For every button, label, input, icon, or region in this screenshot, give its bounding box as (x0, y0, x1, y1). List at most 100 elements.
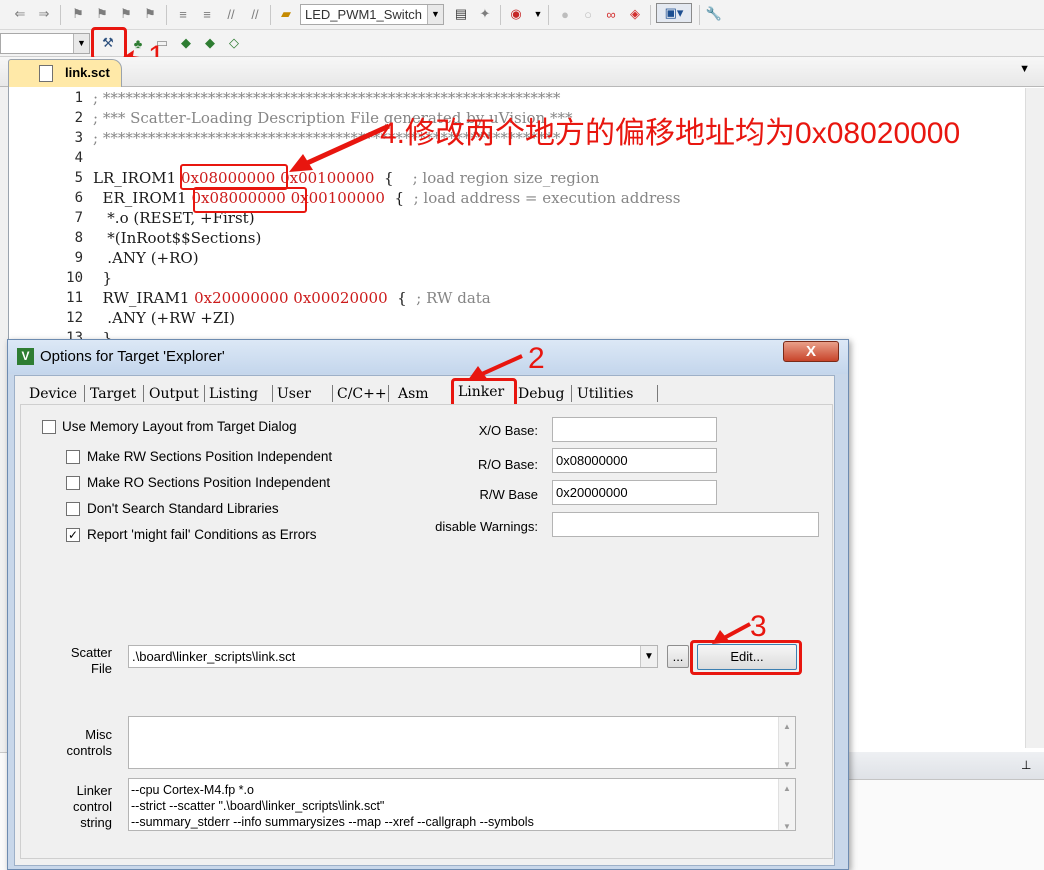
misc-controls-input[interactable]: ▲ ▼ (128, 716, 796, 769)
code-line: ; **************************************… (93, 89, 561, 107)
line-number: 6 (74, 190, 83, 206)
tab-c-cpp[interactable]: C/C++ (334, 383, 390, 405)
tab-listing[interactable]: Listing (206, 383, 261, 405)
magic-wand-icon[interactable]: ✦ (475, 4, 495, 24)
select-packs-icon[interactable]: ◆ (176, 33, 196, 53)
tab-output[interactable]: Output (146, 383, 202, 405)
pin-icon[interactable]: ⊥ (1021, 758, 1031, 772)
linker-control-string[interactable]: --cpu Cortex-M4.fp *.o --strict --scatte… (128, 778, 796, 831)
manage-rte-icon[interactable]: ◆ (200, 33, 220, 53)
code-line: .ANY (+RO) (93, 249, 199, 267)
folder-icon[interactable]: ▰ (276, 4, 296, 24)
pack-installer-icon[interactable]: ◇ (224, 33, 244, 53)
window-layout-icon[interactable]: ▣▾ (656, 3, 692, 23)
annotation-text-4: 4.修改两个地方的偏移地址均为0x08020000 (380, 117, 961, 150)
line-number: 10 (66, 270, 83, 286)
bookmark-prev-icon[interactable]: ⚑ (92, 4, 112, 24)
line-number: 7 (74, 210, 83, 226)
xo-base-input[interactable] (552, 417, 717, 442)
ro-position-independent-label: Make RO Sections Position Independent (87, 475, 331, 490)
misc-controls-label-2: controls (66, 743, 112, 758)
uncomment-icon[interactable]: // (245, 4, 265, 24)
toolbar-separator (166, 5, 167, 25)
target-combo[interactable]: LED_PWM1_Switch ▼ (300, 4, 444, 25)
line-number: 9 (74, 250, 83, 266)
line-number: 12 (66, 310, 83, 326)
bookmark-clear-icon[interactable]: ⚑ (140, 4, 160, 24)
tab-separator (143, 385, 144, 402)
tab-asm[interactable]: Asm (395, 383, 432, 405)
misc-controls-label: Misc (85, 727, 112, 742)
linker-control-label: Linker (76, 783, 112, 798)
disable-warnings-input[interactable] (552, 512, 819, 537)
linker-string-scrollbar[interactable]: ▲ ▼ (778, 779, 795, 830)
wrench-icon[interactable]: 🔧 (704, 4, 724, 24)
line-number: 11 (66, 290, 83, 306)
tab-link-sct[interactable]: link.sct (8, 59, 122, 87)
annotation-box-4b (193, 187, 307, 213)
linker-control-label-3: string (80, 815, 112, 830)
tab-user[interactable]: User (274, 383, 314, 405)
tab-debug[interactable]: Debug (515, 383, 567, 405)
ro-base-label: R/O Base: (478, 457, 538, 472)
annotation-number-2: 2 (528, 342, 545, 375)
breakpoint-icon[interactable]: ● (555, 4, 575, 24)
annotation-arrow-2 (468, 354, 523, 380)
scatter-file-label-2: File (91, 661, 112, 676)
chevron-down-icon[interactable]: ▼ (640, 646, 657, 667)
unindent-icon[interactable]: ≡ (197, 4, 217, 24)
scatter-file-value: .\board\linker_scripts\link.sct (132, 649, 296, 664)
tab-separator (571, 385, 572, 402)
linker-string-line: --summary_stderr --info summarysizes --m… (131, 815, 534, 829)
output-panel-header: ⊥ (845, 752, 1044, 780)
close-button[interactable]: X (783, 341, 839, 362)
linker-string-line: --cpu Cortex-M4.fp *.o (131, 783, 254, 797)
use-memory-layout-label: Use Memory Layout from Target Dialog (62, 419, 297, 434)
dont-search-std-libs-label: Don't Search Standard Libraries (87, 501, 279, 516)
annotation-arrow-4 (289, 123, 391, 172)
chevron-down-icon[interactable]: ▼ (73, 34, 89, 53)
tab-target[interactable]: Target (87, 383, 139, 405)
breakpoint-disable-icon[interactable]: ○ (578, 4, 598, 24)
chevron-down-icon[interactable]: ▼ (528, 4, 548, 24)
dialog-title: Options for Target 'Explorer' (40, 348, 225, 365)
build-target-combo[interactable]: ▼ (0, 33, 90, 54)
browse-button[interactable]: ... (667, 645, 689, 668)
forward-arrow-icon[interactable]: ⇒ (34, 4, 54, 24)
bookmark-next-icon[interactable]: ⚑ (116, 4, 136, 24)
find-in-files-icon[interactable]: ▤ (451, 4, 471, 24)
tab-list-dropdown-icon[interactable]: ▼ (1019, 63, 1030, 75)
breakpoint-clear-icon[interactable]: ◈ (625, 4, 645, 24)
line-number: 4 (74, 150, 83, 166)
file-icon (39, 65, 53, 82)
ro-position-independent-checkbox[interactable] (66, 476, 80, 490)
linker-string-line: --strict --scatter ".\board\linker_scrip… (131, 799, 385, 813)
tab-device[interactable]: Device (26, 383, 80, 405)
back-arrow-icon[interactable]: ⇐ (10, 4, 30, 24)
tab-utilities[interactable]: Utilities (574, 383, 636, 405)
indent-icon[interactable]: ≡ (173, 4, 193, 24)
rw-base-input[interactable]: 0x20000000 (552, 480, 717, 505)
dont-search-std-libs-checkbox[interactable] (66, 502, 80, 516)
rw-position-independent-checkbox[interactable] (66, 450, 80, 464)
breakpoint-kill-icon[interactable]: ∞ (601, 4, 621, 24)
report-might-fail-checkbox[interactable]: ✓ (66, 528, 80, 542)
use-memory-layout-checkbox[interactable] (42, 420, 56, 434)
toolbar-separator (270, 5, 271, 25)
comment-icon[interactable]: // (221, 4, 241, 24)
chevron-down-icon[interactable]: ▼ (427, 5, 443, 24)
ro-base-input[interactable]: 0x08000000 (552, 448, 717, 473)
rw-position-independent-label: Make RW Sections Position Independent (87, 449, 333, 464)
scatter-file-combo[interactable]: .\board\linker_scripts\link.sct ▼ (128, 645, 658, 668)
xo-base-label: X/O Base: (478, 423, 538, 438)
editor-vertical-scrollbar[interactable] (1025, 88, 1044, 748)
main-toolbar: ⇐ ⇒ ⚑ ⚑ ⚑ ⚑ ≡ ≡ // // ▰ LED_PWM1_Switch ▼… (0, 0, 1044, 30)
tab-separator (204, 385, 205, 402)
tab-separator (84, 385, 85, 402)
debug-search-icon[interactable]: ◉ (506, 4, 526, 24)
bookmark-icon[interactable]: ⚑ (68, 4, 88, 24)
toolbar-separator (548, 5, 549, 25)
misc-scrollbar[interactable]: ▲ ▼ (778, 717, 795, 768)
line-number: 3 (74, 130, 83, 146)
target-combo-value: LED_PWM1_Switch (305, 7, 423, 22)
